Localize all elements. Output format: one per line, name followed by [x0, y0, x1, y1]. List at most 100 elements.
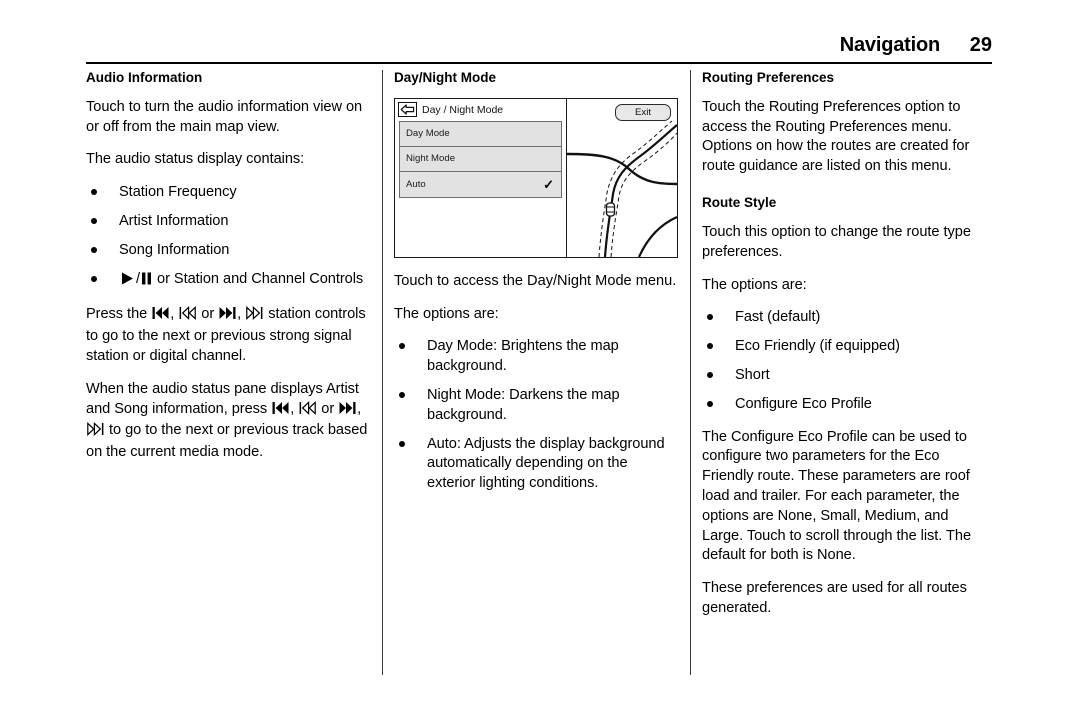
- list-item-label: Fast (default): [735, 309, 821, 326]
- heading-route-style: Route Style: [702, 195, 777, 211]
- when-audio-prefix: When the audio status pane displays Arti…: [86, 380, 359, 417]
- bullet-dot-icon: [707, 371, 713, 378]
- list-item-label: Day Mode: Brightens the map background.: [427, 338, 619, 375]
- previous-track-outline-icon: [179, 306, 197, 327]
- device-map-pane[interactable]: Exit: [567, 99, 677, 257]
- column-gap-one: [371, 70, 394, 680]
- pause-icon: [141, 271, 152, 293]
- bullet-dot-icon: [91, 189, 97, 196]
- vehicle-marker-icon: [605, 202, 616, 217]
- slash-separator: /: [136, 270, 141, 287]
- column-two: Day/Night Mode Day / Night Mode Day Mode…: [394, 70, 679, 680]
- para-when-audio-status-pane: When the audio status pane displays Arti…: [86, 380, 371, 463]
- exit-button-label: Exit: [635, 106, 651, 118]
- bullet-dot-icon: [707, 400, 713, 407]
- route-style-options-list: Fast (default) Eco Friendly (if equipped…: [702, 308, 987, 414]
- press-the-mid: or: [201, 306, 215, 323]
- para-audio-status-contains: The audio status display contains:: [86, 151, 305, 168]
- device-title-label: Day / Night Mode: [422, 103, 504, 116]
- comma-3: ,: [290, 400, 295, 417]
- para-touch-to-access: Touch to access the Day/Night Mode menu.: [394, 272, 677, 289]
- para-the-options-are: The options are:: [394, 305, 499, 322]
- para-these-preferences: These preferences are used for all route…: [702, 580, 967, 616]
- when-audio-mid: or: [321, 400, 335, 417]
- list-item-label: Night Mode: Darkens the map background.: [427, 387, 620, 423]
- list-item-label: Short: [735, 366, 770, 383]
- audio-status-bullet-list: Station Frequency Artist Information Son…: [86, 183, 371, 292]
- content-columns: Audio Information Touch to turn the audi…: [86, 70, 992, 680]
- list-item: Station Frequency: [86, 183, 371, 203]
- press-the-prefix: Press the: [86, 306, 148, 323]
- map-graphic: [567, 120, 677, 257]
- bullet-dot-icon: [707, 314, 713, 321]
- list-item-label: Eco Friendly (if equipped): [735, 338, 900, 355]
- next-track-filled-icon: [219, 306, 236, 327]
- device-menu-list: Day Mode Night Mode Auto ✓: [399, 120, 562, 198]
- device-screenshot-figure: Day / Night Mode Day Mode Night Mode Aut…: [394, 97, 680, 258]
- comma-2: ,: [237, 306, 242, 323]
- list-item: Song Information: [86, 241, 371, 261]
- next-track-outline-icon: [246, 306, 263, 327]
- column-divider: [382, 70, 383, 675]
- column-gap-two: [679, 70, 702, 680]
- page-title: Navigation: [839, 34, 940, 56]
- comma-1: ,: [170, 306, 175, 323]
- list-item: Day Mode: Brightens the map background.: [394, 337, 679, 377]
- next-track-filled-icon: [339, 401, 356, 422]
- bullet-dot-icon: [91, 218, 97, 225]
- bullet-dot-icon: [707, 343, 713, 350]
- list-item: Configure Eco Profile: [702, 395, 987, 415]
- column-three: Routing Preferences Touch the Routing Pr…: [702, 70, 987, 680]
- menu-item-auto[interactable]: Auto ✓: [400, 171, 561, 197]
- bullet-dot-icon: [399, 440, 405, 447]
- para-touch-to-turn: Touch to turn the audio information view…: [86, 98, 363, 135]
- list-item-label: Song Information: [119, 241, 230, 258]
- day-night-options-list: Day Mode: Brightens the map background. …: [394, 337, 679, 494]
- play-icon: [120, 271, 135, 293]
- menu-item-label: Night Mode: [406, 153, 456, 165]
- device-titlebar: Day / Night Mode: [395, 99, 566, 121]
- bullet-dot-icon: [399, 392, 405, 399]
- header-rule: [86, 62, 992, 64]
- comma-4: ,: [357, 400, 362, 417]
- heading-routing-preferences: Routing Preferences: [702, 70, 835, 85]
- list-item: Fast (default): [702, 308, 987, 328]
- menu-item-day-mode[interactable]: Day Mode: [400, 121, 561, 147]
- list-item: Short: [702, 366, 987, 386]
- column-one: Audio Information Touch to turn the audi…: [86, 70, 371, 680]
- when-audio-suffix: to go to the next or previous track base…: [86, 422, 368, 461]
- para-touch-routing-preferences: Touch the Routing Preferences option to …: [702, 98, 970, 175]
- previous-track-outline-icon: [299, 400, 317, 422]
- exit-button[interactable]: Exit: [615, 103, 671, 121]
- device-screen: Day / Night Mode Day Mode Night Mode Aut…: [394, 97, 678, 258]
- bullet-dot-icon: [399, 343, 405, 350]
- para-the-options-are: The options are:: [702, 276, 807, 293]
- list-item-label: Station Frequency: [119, 184, 237, 201]
- back-arrow-icon[interactable]: [398, 102, 417, 118]
- checkmark-icon: ✓: [543, 176, 554, 192]
- list-item: / or Station and Channel Controls: [86, 270, 371, 293]
- previous-track-filled-icon: [152, 306, 169, 327]
- list-item-label: or Station and Channel Controls: [157, 270, 364, 287]
- bullet-dot-icon: [91, 246, 97, 253]
- page-header: Navigation 29: [86, 34, 992, 66]
- column-divider: [690, 70, 691, 675]
- list-item: Night Mode: Darkens the map background.: [394, 386, 679, 426]
- menu-item-label: Day Mode: [406, 128, 450, 140]
- previous-track-filled-icon: [272, 401, 289, 422]
- menu-item-night-mode[interactable]: Night Mode: [400, 146, 561, 172]
- menu-item-label: Auto: [406, 178, 426, 190]
- list-item: Artist Information: [86, 212, 371, 232]
- para-configure-eco-profile: The Configure Eco Profile can be used to…: [702, 428, 972, 564]
- para-press-station-controls: Press the , or , station controls to go …: [86, 305, 371, 366]
- list-item-label: Artist Information: [119, 213, 229, 230]
- bullet-dot-icon: [91, 275, 97, 282]
- list-item: Auto: Adjusts the display background aut…: [394, 435, 679, 494]
- page-number: 29: [969, 34, 992, 56]
- heading-day-night-mode: Day/Night Mode: [394, 70, 497, 85]
- list-item-label: Configure Eco Profile: [735, 395, 872, 412]
- para-touch-this-option: Touch this option to change the route ty…: [702, 223, 971, 260]
- list-item-label: Auto: Adjusts the display background aut…: [427, 435, 665, 492]
- heading-audio-information: Audio Information: [86, 70, 203, 85]
- next-track-outline-icon: [87, 422, 104, 443]
